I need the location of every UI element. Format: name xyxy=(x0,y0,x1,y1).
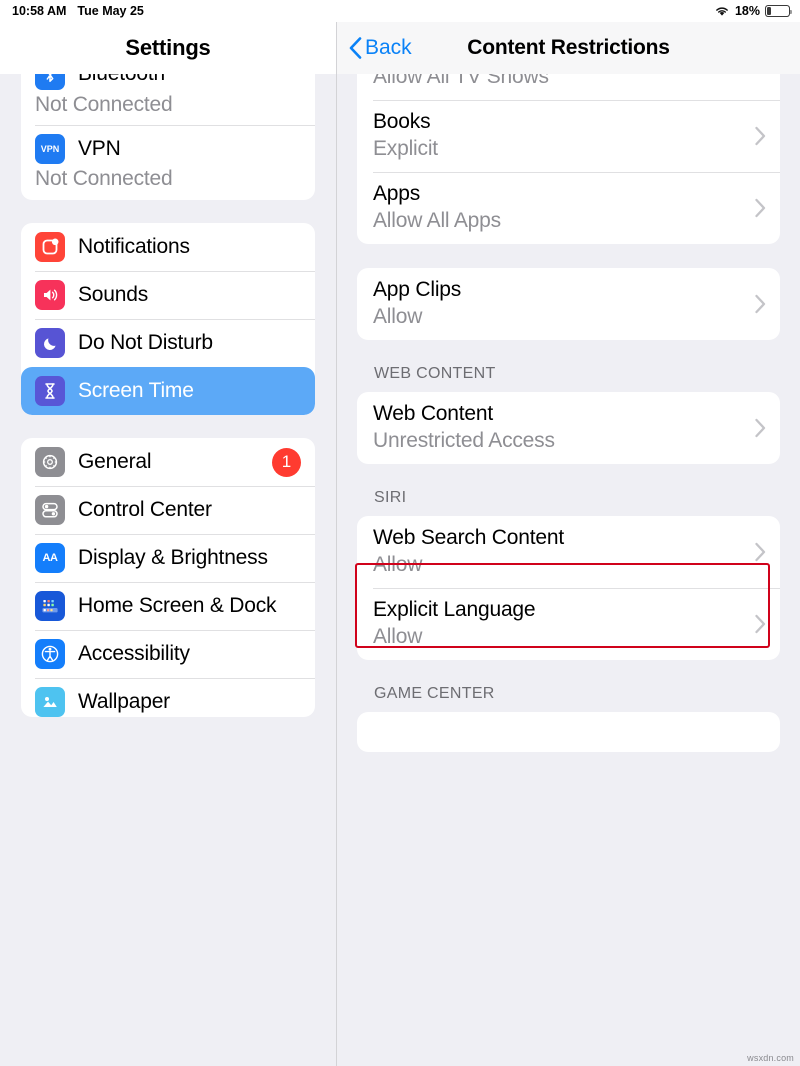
detail-card-web-content: Web Content Unrestricted Access xyxy=(357,392,780,464)
sidebar-item-sublabel: Not Connected xyxy=(35,93,173,116)
detail-row-sublabel: Allow xyxy=(373,305,423,328)
chevron-right-icon xyxy=(755,614,766,634)
control-center-icon xyxy=(35,495,65,525)
section-header-siri: SIRI xyxy=(374,489,407,506)
settings-sidebar[interactable]: Bluetooth Not Connected VPN VPN Not Conn… xyxy=(0,74,336,1066)
detail-row-title: Web Search Content xyxy=(373,526,564,549)
sidebar-item-general[interactable]: General 1 xyxy=(21,438,315,486)
sidebar-item-label: General xyxy=(78,449,152,473)
sidebar-item-sublabel: Not Connected xyxy=(35,167,173,190)
chevron-right-icon xyxy=(755,542,766,562)
page-title: Settings xyxy=(125,35,211,60)
header-bar: Settings Back Content Restrictions xyxy=(0,22,800,74)
sidebar-item-screen-time[interactable]: Screen Time xyxy=(21,367,315,415)
sidebar-group-system: General 1 Control Center AA Display & Br… xyxy=(21,438,315,717)
detail-row-books[interactable]: Books Explicit xyxy=(357,100,780,172)
detail-row-title: Books xyxy=(373,110,431,133)
detail-row-sublabel: Allow All TV Shows xyxy=(373,74,549,88)
gear-icon xyxy=(35,447,65,477)
detail-row-explicit-language[interactable]: Explicit Language Allow xyxy=(357,588,780,660)
sidebar-item-label: Control Center xyxy=(78,497,212,521)
detail-row-tv-shows[interactable]: Allow All TV Shows xyxy=(357,74,780,100)
accessibility-icon xyxy=(35,639,65,669)
back-button[interactable]: Back xyxy=(349,36,412,60)
sidebar-item-notifications[interactable]: Notifications xyxy=(21,223,315,271)
status-bar-left: 10:58 AM Tue May 25 xyxy=(12,4,144,18)
sidebar-item-label: Do Not Disturb xyxy=(78,330,213,354)
sidebar-group-connectivity: Bluetooth Not Connected VPN VPN Not Conn… xyxy=(21,74,315,200)
detail-row-sublabel: Allow xyxy=(373,553,423,576)
moon-icon xyxy=(35,328,65,358)
display-brightness-icon: AA xyxy=(35,543,65,573)
sidebar-item-label: Home Screen & Dock xyxy=(78,593,277,617)
detail-row-sublabel: Allow xyxy=(373,625,423,648)
back-label: Back xyxy=(365,36,412,59)
battery-percent: 18% xyxy=(734,4,760,18)
status-time: 10:58 AM xyxy=(12,4,67,18)
sidebar-item-label: Notifications xyxy=(78,234,190,258)
detail-row-sublabel: Allow All Apps xyxy=(373,209,501,232)
watermark: wsxdn.com xyxy=(747,1053,794,1063)
status-bar-right: 18% xyxy=(714,4,793,18)
detail-row-sublabel: Unrestricted Access xyxy=(373,429,555,452)
chevron-right-icon xyxy=(755,126,766,146)
sidebar-item-label: Wallpaper xyxy=(78,689,170,713)
sidebar-item-do-not-disturb[interactable]: Do Not Disturb xyxy=(21,319,315,367)
chevron-right-icon xyxy=(755,294,766,314)
detail-card-app-clips: App Clips Allow xyxy=(357,268,780,340)
sidebar-item-wallpaper[interactable]: Wallpaper xyxy=(21,678,315,717)
chevron-left-icon xyxy=(349,37,362,59)
bluetooth-icon xyxy=(35,74,65,90)
detail-row-title: Apps xyxy=(373,182,421,205)
detail-row-sublabel: Explicit xyxy=(373,137,438,160)
content-restrictions-pane[interactable]: Allow All TV Shows Books Explicit Apps A… xyxy=(336,74,800,1066)
detail-row-title: Explicit Language xyxy=(373,598,536,621)
sidebar-item-label: Accessibility xyxy=(78,641,190,665)
detail-header: Back Content Restrictions xyxy=(336,22,800,74)
detail-row-web-content[interactable]: Web Content Unrestricted Access xyxy=(357,392,780,464)
hourglass-icon xyxy=(35,376,65,406)
sidebar-item-accessibility[interactable]: Accessibility xyxy=(21,630,315,678)
wifi-icon xyxy=(716,7,728,16)
detail-row-app-clips[interactable]: App Clips Allow xyxy=(357,268,780,340)
battery-icon xyxy=(765,5,793,17)
sidebar-item-vpn[interactable]: VPN VPN Not Connected xyxy=(21,125,315,200)
sidebar-item-label: Sounds xyxy=(78,282,149,306)
detail-card-game-center xyxy=(357,712,780,752)
section-header-game-center: GAME CENTER xyxy=(374,685,495,702)
detail-row-web-search-content[interactable]: Web Search Content Allow xyxy=(357,516,780,588)
sidebar-item-label: VPN xyxy=(78,136,121,160)
ipad-settings-screen: 10:58 AM Tue May 25 18% Settings Back Co… xyxy=(0,0,800,1066)
detail-card-siri: Web Search Content Allow Explicit Langua… xyxy=(357,516,780,660)
sounds-icon xyxy=(35,280,65,310)
status-badge: 1 xyxy=(272,447,301,477)
detail-row-apps[interactable]: Apps Allow All Apps xyxy=(357,172,780,244)
notifications-icon xyxy=(35,232,65,262)
status-bar: 10:58 AM Tue May 25 18% xyxy=(0,0,800,22)
status-date: Tue May 25 xyxy=(77,4,144,18)
sidebar-item-sounds[interactable]: Sounds xyxy=(21,271,315,319)
sidebar-item-display-brightness[interactable]: AA Display & Brightness xyxy=(21,534,315,582)
section-header-web-content: WEB CONTENT xyxy=(374,365,496,382)
home-screen-dock-icon xyxy=(35,591,65,621)
detail-card-ratings: Allow All TV Shows Books Explicit Apps A… xyxy=(357,74,780,244)
sidebar-item-home-screen-dock[interactable]: Home Screen & Dock xyxy=(21,582,315,630)
sidebar-item-label: Display & Brightness xyxy=(78,545,268,569)
sidebar-item-label: Screen Time xyxy=(78,378,194,402)
sidebar-header: Settings xyxy=(0,22,336,74)
wallpaper-icon xyxy=(35,687,65,717)
detail-row-title: App Clips xyxy=(373,278,462,301)
chevron-right-icon xyxy=(755,198,766,218)
sidebar-group-alerts: Notifications Sounds Do Not Disturb Scre… xyxy=(21,223,315,415)
sidebar-item-control-center[interactable]: Control Center xyxy=(21,486,315,534)
chevron-right-icon xyxy=(755,418,766,438)
vpn-icon: VPN xyxy=(35,134,65,164)
detail-row-title: Web Content xyxy=(373,402,493,425)
split-view: Bluetooth Not Connected VPN VPN Not Conn… xyxy=(0,74,800,1066)
sidebar-item-label: Bluetooth xyxy=(78,74,165,86)
sidebar-item-bluetooth[interactable]: Bluetooth Not Connected xyxy=(21,74,315,125)
